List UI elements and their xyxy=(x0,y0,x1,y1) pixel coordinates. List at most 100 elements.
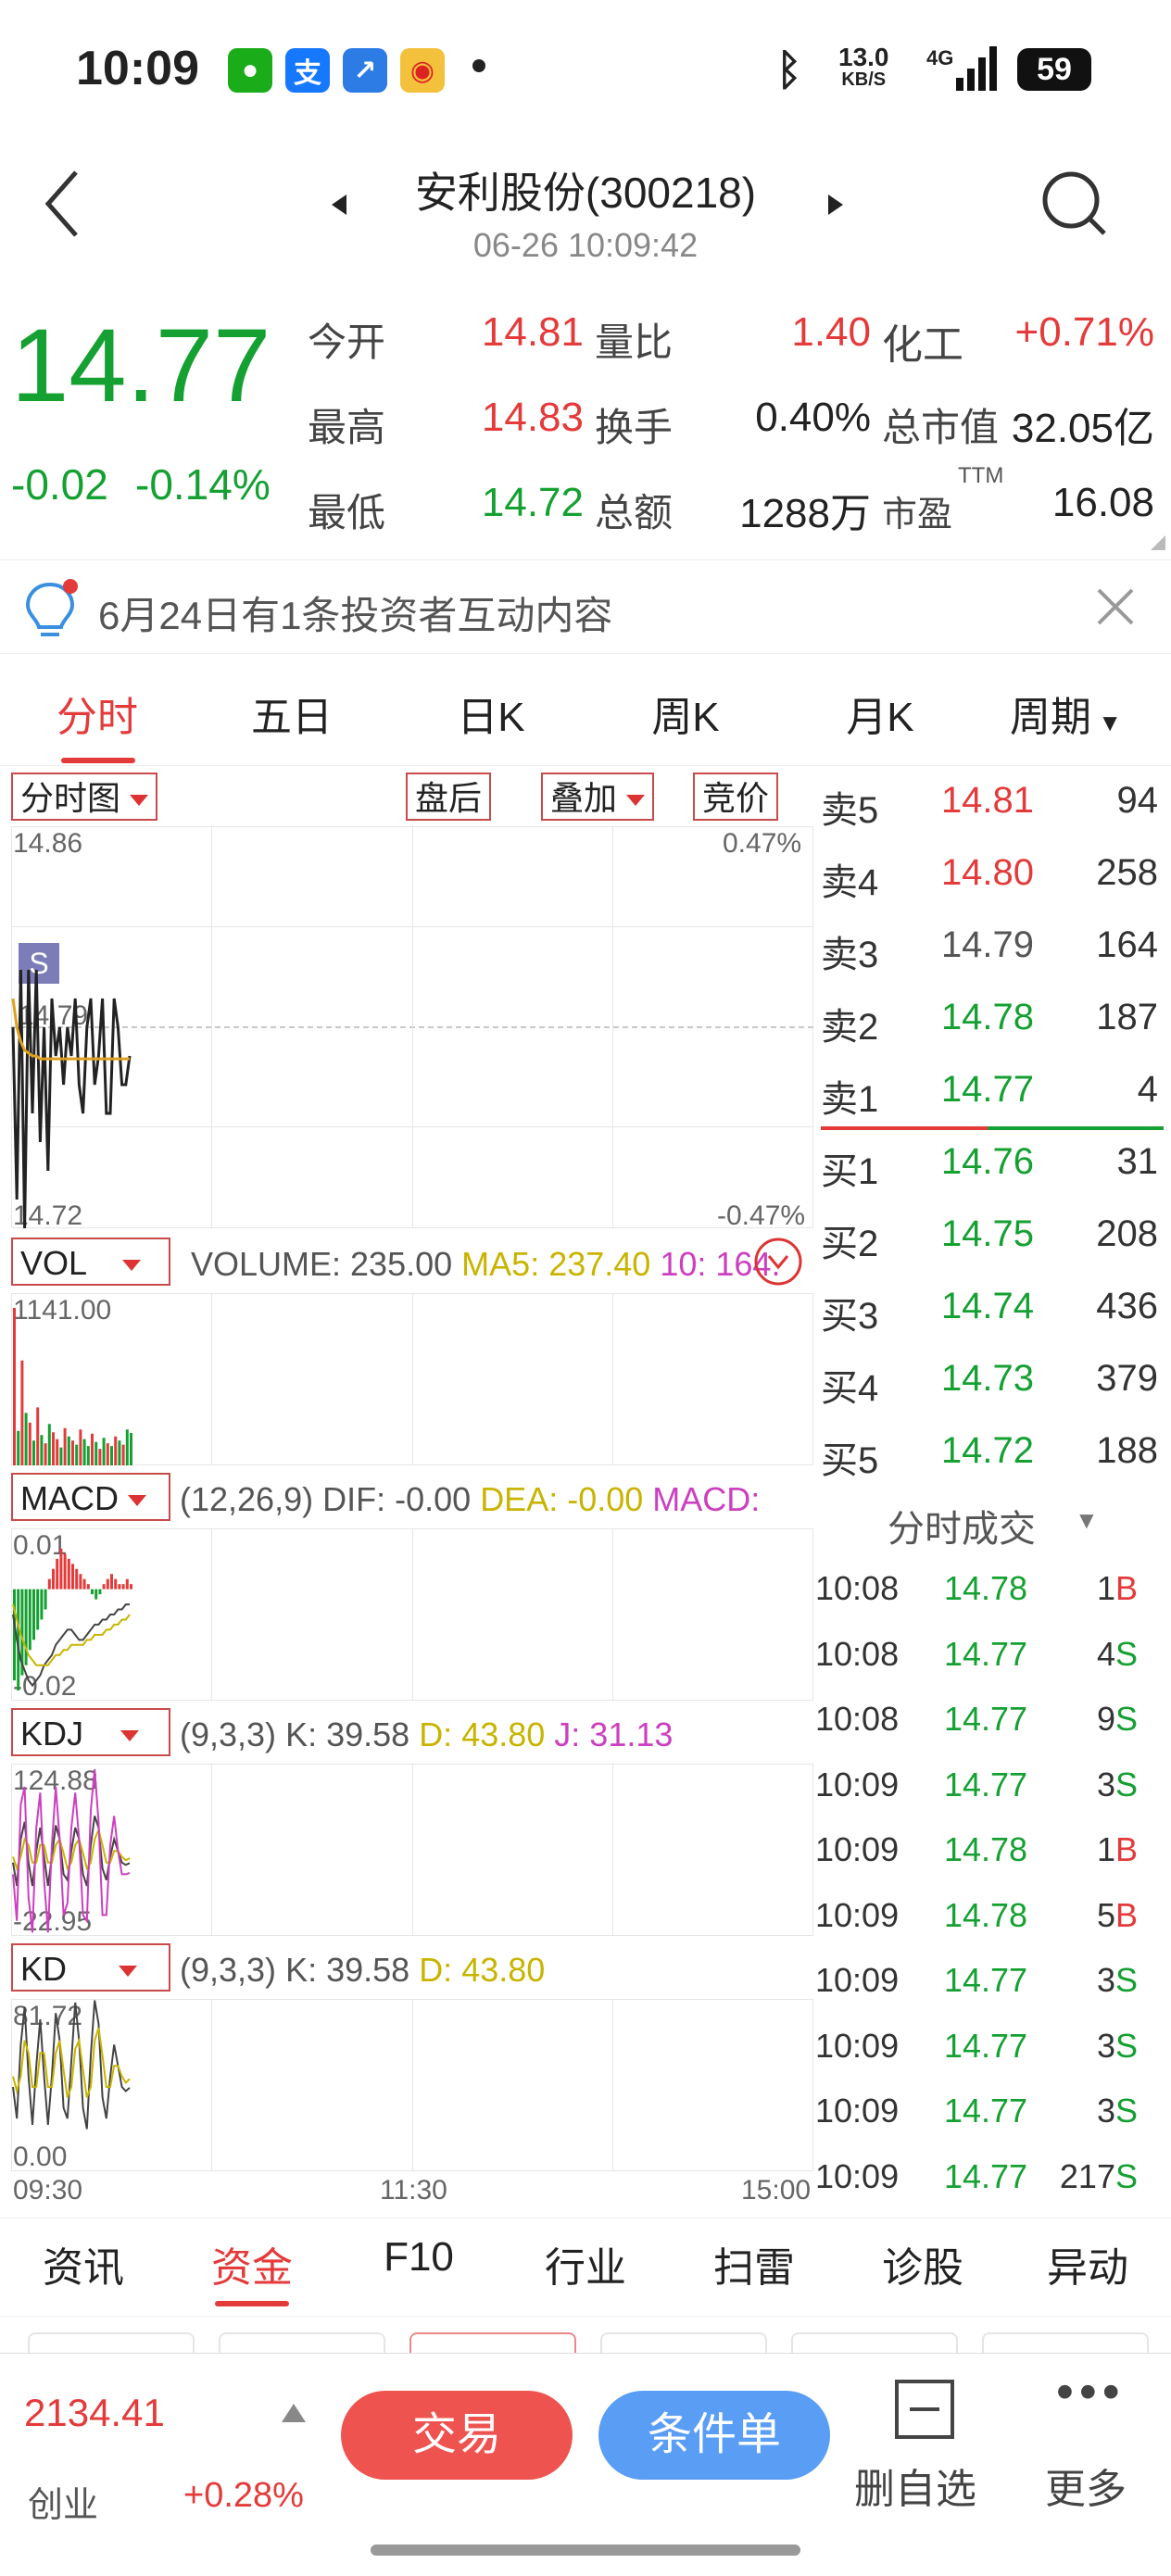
macd-selector[interactable]: MACD xyxy=(11,1473,170,1521)
ask-volume-4: 4 xyxy=(1137,1069,1158,1110)
tab-period[interactable]: 周期 ▼ xyxy=(1010,684,1149,743)
chart-type-selector[interactable]: 分时图 xyxy=(11,773,158,821)
volume-bar xyxy=(79,1429,82,1465)
remove-watchlist-button[interactable]: 删自选 xyxy=(854,2456,976,2515)
tick-volume: 5B xyxy=(1008,1896,1138,1935)
amount-label: 总额 xyxy=(595,491,674,534)
tab-weekly-k[interactable]: 周K xyxy=(611,684,760,743)
refresh-icon[interactable] xyxy=(752,1236,804,1288)
close-icon[interactable] xyxy=(1095,586,1136,627)
tab-funds[interactable]: 资金 xyxy=(178,2234,326,2293)
tab-risk-scan[interactable]: 扫雷 xyxy=(680,2234,828,2293)
alipay-icon: 支 xyxy=(285,48,330,93)
macd-bar xyxy=(114,1578,118,1590)
more-icon[interactable]: ••• xyxy=(1056,2363,1126,2420)
tab-daily-k[interactable]: 日K xyxy=(417,684,565,743)
volume-bar xyxy=(56,1439,59,1465)
tick-volume-value: 3 xyxy=(1096,2092,1115,2130)
expand-corner-icon[interactable] xyxy=(1147,535,1165,550)
tick-volume-value: 1 xyxy=(1096,1569,1115,1607)
net-type: 4G xyxy=(926,46,954,69)
index-value[interactable]: 2134.41 xyxy=(24,2391,165,2435)
conditional-order-button[interactable]: 条件单 xyxy=(598,2391,830,2480)
overlay-selector[interactable]: 叠加 xyxy=(541,773,655,821)
chevron-down-icon[interactable]: ▼ xyxy=(1075,1506,1099,1535)
more-notifications-icon xyxy=(472,59,485,72)
ask-volume-0: 94 xyxy=(1116,780,1159,821)
tick-time: 10:08 xyxy=(815,1634,900,1673)
volume-bar xyxy=(121,1444,125,1465)
tab-industry[interactable]: 行业 xyxy=(511,2234,660,2293)
bid-label-3: 买4 xyxy=(821,1368,879,1409)
volume-bar xyxy=(32,1440,35,1465)
macd-bar xyxy=(67,1558,70,1590)
tick-time: 10:09 xyxy=(815,1765,900,1803)
macd-bar xyxy=(59,1548,63,1590)
macd-bar xyxy=(24,1589,28,1665)
remove-watchlist-icon[interactable] xyxy=(893,2378,956,2441)
volume-bar xyxy=(91,1433,94,1465)
macd-bar xyxy=(32,1589,35,1640)
macd-bar xyxy=(98,1589,102,1595)
auction-button[interactable]: 竞价 xyxy=(693,773,779,821)
kd-d: D: 43.80 xyxy=(419,1951,546,1989)
search-icon[interactable] xyxy=(1038,167,1112,241)
price-line-chart xyxy=(11,969,132,1228)
home-indicator[interactable] xyxy=(371,2545,800,2556)
tab-monthly-k[interactable]: 月K xyxy=(806,684,954,743)
macd-value: MACD: xyxy=(652,1480,761,1518)
volume-bar xyxy=(130,1432,132,1465)
tab-five-day[interactable]: 五日 xyxy=(218,684,366,743)
notice-text: 6月24日有1条投资者互动内容 xyxy=(98,594,613,637)
macd-bar xyxy=(28,1589,31,1651)
macd-chart xyxy=(12,1548,132,1691)
high-label: 最高 xyxy=(308,406,386,449)
macd-bar xyxy=(56,1558,59,1590)
tab-active-indicator xyxy=(61,758,135,763)
bid-volume-3: 379 xyxy=(1096,1358,1158,1399)
tab-intraday[interactable]: 分时 xyxy=(23,684,171,743)
trade-button[interactable]: 交易 xyxy=(341,2391,573,2480)
volume-bar xyxy=(94,1441,98,1465)
bid-volume-2: 436 xyxy=(1096,1286,1158,1326)
volume-bar xyxy=(118,1440,121,1465)
tab-unusual[interactable]: 异动 xyxy=(1014,2234,1162,2293)
volume-bar xyxy=(40,1435,44,1465)
kdj-selector[interactable]: KDJ xyxy=(11,1708,170,1756)
bid-volume-0: 31 xyxy=(1116,1141,1159,1182)
bid-volume-1: 208 xyxy=(1096,1213,1158,1254)
macd-bar xyxy=(47,1578,51,1590)
tick-side: S xyxy=(1114,2092,1138,2130)
kd-selector[interactable]: KD xyxy=(11,1943,170,1992)
chevron-down-icon xyxy=(122,1260,142,1272)
volume-bar xyxy=(59,1447,63,1465)
volume-bar xyxy=(24,1413,28,1465)
volume-bar xyxy=(110,1446,113,1465)
volume-bar xyxy=(71,1440,74,1465)
tab-diagnosis[interactable]: 诊股 xyxy=(849,2234,997,2293)
time-axis-noon: 11:30 xyxy=(380,2175,447,2205)
tab-news[interactable]: 资讯 xyxy=(9,2234,157,2293)
volume-bar xyxy=(36,1407,40,1465)
ticks-title[interactable]: 分时成交 xyxy=(888,1499,1036,1552)
notice-bar[interactable]: 6月24日有1条投资者互动内容 xyxy=(0,559,1171,654)
sector-name[interactable]: 化工 xyxy=(882,311,963,371)
tick-time: 10:09 xyxy=(815,2026,900,2065)
vol-selector[interactable]: VOL xyxy=(11,1238,170,1286)
vol-ma5: MA5: 237.40 xyxy=(461,1245,651,1283)
chevron-down-icon xyxy=(119,1966,138,1978)
low-value: 14.72 xyxy=(481,480,584,525)
more-button[interactable]: 更多 xyxy=(1045,2456,1127,2515)
ask-bid-divider-green xyxy=(988,1126,1164,1130)
turnover-label: 换手 xyxy=(595,406,674,449)
pe-value: 16.08 xyxy=(1051,480,1154,525)
tick-volume-value: 5 xyxy=(1096,1895,1115,1934)
bluetooth-icon: ᛒ xyxy=(776,45,802,94)
tab-f10[interactable]: F10 xyxy=(345,2234,493,2281)
after-hours-button[interactable]: 盘后 xyxy=(406,773,492,821)
next-stock-icon[interactable] xyxy=(825,193,845,217)
macd-legend: (12,26,9) DIF: -0.00 DEA: -0.00 MACD: xyxy=(180,1480,760,1519)
macd-bar xyxy=(86,1584,90,1590)
chevron-down-icon xyxy=(130,795,149,807)
volume-bar xyxy=(47,1424,51,1465)
